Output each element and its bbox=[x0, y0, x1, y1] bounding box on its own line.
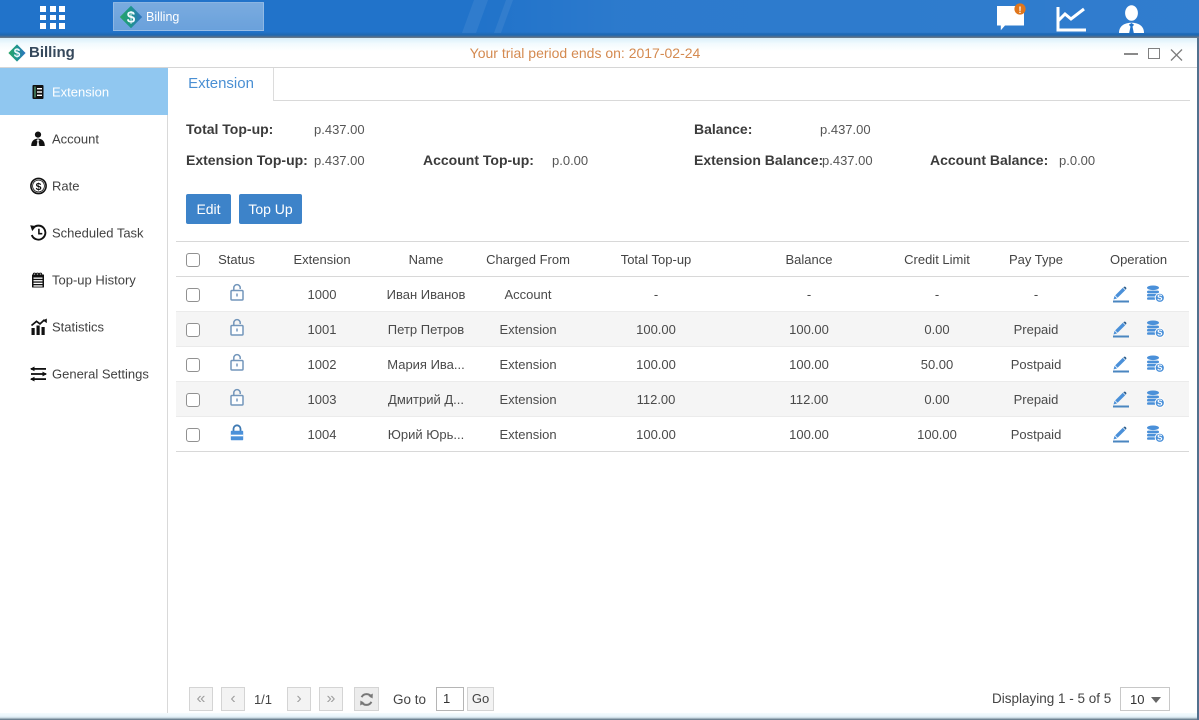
svg-text:S: S bbox=[1157, 329, 1163, 338]
svg-text:S: S bbox=[1157, 434, 1163, 443]
svg-text:S: S bbox=[1157, 364, 1163, 373]
svg-text:$: $ bbox=[127, 9, 136, 26]
svg-text:S: S bbox=[1157, 399, 1163, 408]
svg-text:$: $ bbox=[36, 180, 42, 192]
svg-text:S: S bbox=[1157, 294, 1163, 303]
svg-text:!: ! bbox=[1019, 5, 1022, 15]
